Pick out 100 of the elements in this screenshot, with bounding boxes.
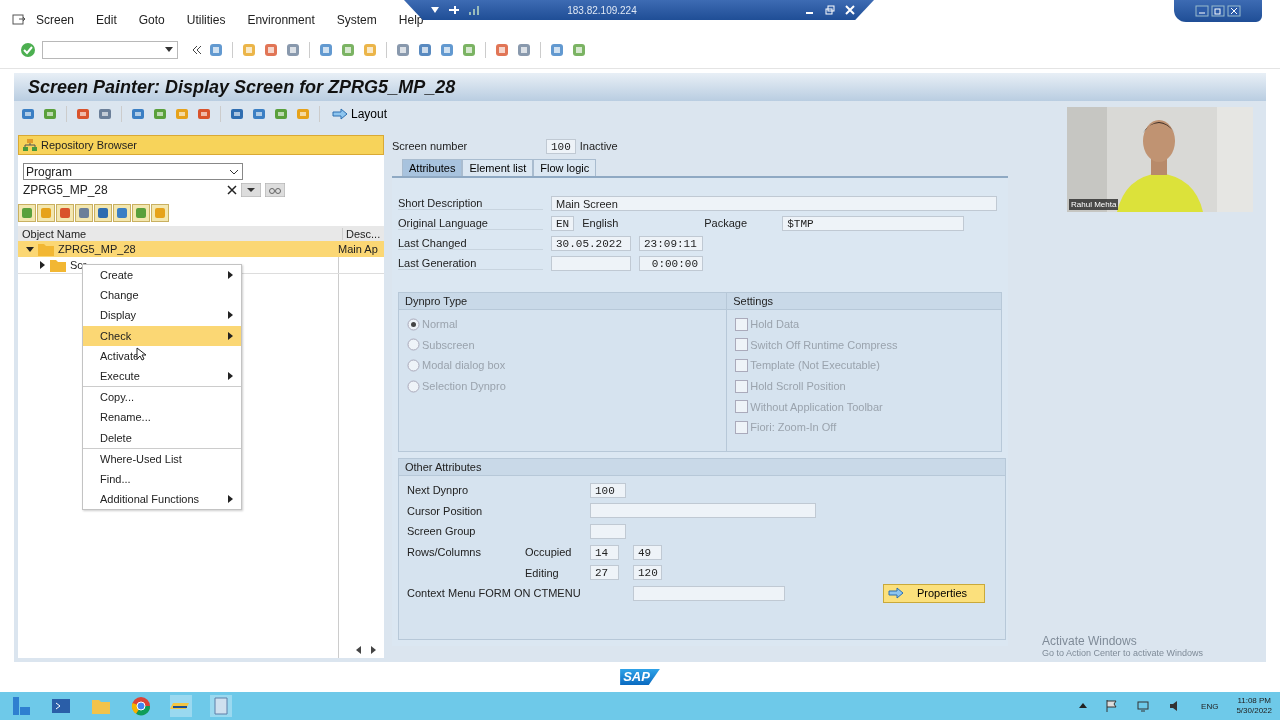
submenu-arrow-icon (228, 495, 233, 504)
field-label: Last Changed (398, 236, 543, 250)
enter-icon[interactable] (20, 42, 36, 58)
field-label: Context Menu FORM ON CTMENU (407, 587, 582, 600)
layout-button[interactable]: Layout (328, 107, 392, 121)
scroll-right-icon[interactable] (370, 646, 376, 654)
arrow-icon (888, 587, 904, 600)
dropdown-icon[interactable] (241, 183, 261, 197)
submenu-arrow-icon (228, 372, 233, 381)
input-field[interactable]: $TMP (782, 215, 965, 231)
input-field[interactable]: 27 (590, 565, 619, 581)
input-field[interactable]: 30.05.2022 (551, 235, 631, 251)
menu-item[interactable]: Display (83, 305, 241, 326)
input-field[interactable] (590, 503, 816, 519)
column-header[interactable]: Object Name (18, 227, 343, 240)
minimize-icon[interactable] (1195, 5, 1209, 17)
field-label: Occupied (525, 546, 573, 559)
menu-item[interactable]: Find... (83, 468, 241, 490)
input-field[interactable] (551, 255, 631, 271)
option-label: Switch Off Runtime Compress (750, 338, 898, 351)
menu-item[interactable]: Screen (36, 13, 75, 27)
activation-notice-text: Go to Action Center to activate Windows (1042, 648, 1204, 658)
object-type-dropdown[interactable]: Program (23, 163, 243, 180)
input-field[interactable]: 120 (633, 565, 662, 581)
dropdown-icon[interactable] (165, 47, 173, 53)
menu-item[interactable]: Check (83, 325, 241, 346)
option-label: Fiori: Zoom-In Off (750, 421, 837, 434)
menu-item[interactable]: Copy... (83, 387, 241, 408)
command-field[interactable] (42, 41, 178, 59)
tree-row[interactable]: ZPRG5_MP_28 Main Ap (18, 241, 384, 257)
menu-item[interactable]: Rename... (83, 407, 241, 428)
menu-item[interactable]: Delete (83, 427, 241, 448)
browser-icon[interactable] (130, 695, 152, 717)
tree-item-description: Main Ap (337, 243, 378, 255)
group-title: Dynpro Type (399, 293, 727, 310)
sap-gui-icon[interactable] (170, 695, 192, 717)
input-field[interactable]: EN (551, 215, 575, 231)
mouse-cursor-icon (136, 347, 146, 361)
clock[interactable]: 11:08 PM 5/30/2022 (1236, 696, 1272, 716)
screen-number-field[interactable]: 100 (546, 138, 576, 154)
option-label: Hold Scroll Position (750, 380, 846, 393)
language-indicator[interactable]: ENG (1201, 701, 1219, 711)
restore-icon[interactable] (1211, 5, 1225, 17)
tab[interactable]: Attributes (402, 159, 463, 176)
menu-item[interactable]: System (336, 13, 377, 27)
input-field[interactable] (590, 524, 626, 539)
expand-arrow-icon[interactable] (26, 245, 34, 253)
scroll-left-icon[interactable] (356, 646, 362, 654)
option-label: Selection Dynpro (422, 380, 506, 393)
pin-icon[interactable] (448, 5, 460, 15)
network-icon[interactable] (1137, 699, 1152, 713)
participant-name: Rahul Mehta (1069, 199, 1119, 210)
tree-item-name: ZPRG5_MP_28 (58, 243, 137, 255)
input-field[interactable]: 14 (590, 544, 619, 560)
input-field[interactable]: 49 (633, 544, 662, 560)
tab[interactable]: Flow logic (533, 159, 597, 176)
restore-icon[interactable] (824, 5, 836, 15)
input-field[interactable]: Main Screen (551, 195, 997, 211)
menu-item[interactable]: Goto (138, 13, 165, 27)
input-field[interactable]: 0:00:00 (639, 255, 703, 271)
menu-item[interactable]: Activate (83, 345, 241, 366)
input-field[interactable]: 100 (590, 482, 626, 498)
input-field[interactable]: 23:09:11 (639, 235, 703, 251)
dropdown-icon[interactable] (430, 6, 440, 14)
clear-icon[interactable] (227, 185, 237, 195)
menu-item[interactable]: Help (398, 13, 424, 27)
menu-item[interactable]: Edit (96, 13, 117, 27)
menu-item[interactable]: Execute (83, 365, 241, 387)
field-label: Editing (525, 566, 560, 579)
document-icon[interactable] (210, 695, 232, 717)
submenu-arrow-icon (228, 271, 233, 280)
field-label: Cursor Position (407, 504, 484, 517)
option-label: Hold Data (750, 318, 800, 331)
menu-item[interactable]: Additional Functions (83, 489, 241, 510)
menu-item[interactable]: Utilities (186, 13, 226, 27)
close-icon[interactable] (1227, 5, 1241, 17)
field-label: Screen Group (407, 525, 477, 538)
arrow-icon (332, 108, 348, 120)
field-label: Last Generation (398, 256, 543, 270)
menu-item[interactable]: Environment (247, 13, 315, 27)
column-header[interactable]: Desc... (343, 227, 381, 240)
flag-icon[interactable] (1105, 699, 1120, 713)
object-name-field[interactable]: ZPRG5_MP_28 (23, 182, 223, 198)
menu-item[interactable]: Where-Used List (83, 448, 241, 469)
submenu-arrow-icon (228, 331, 233, 340)
server-manager-icon[interactable] (10, 695, 32, 717)
tray-arrow-icon[interactable] (1079, 702, 1088, 710)
group-title: Settings (727, 293, 1001, 310)
field-label: Rows/Columns (407, 546, 482, 559)
properties-button[interactable]: Properties (883, 583, 985, 603)
field-label: Next Dynpro (407, 484, 470, 497)
tab[interactable]: Element list (462, 159, 534, 176)
option-label: Normal (422, 318, 458, 331)
option-label: Template (Not Executable) (750, 359, 880, 372)
menu-item[interactable]: Change (83, 285, 241, 306)
language-name: English (582, 217, 620, 229)
field-label: Original Language (398, 216, 543, 230)
menu-icon[interactable] (12, 14, 26, 26)
expand-arrow-icon[interactable] (38, 261, 46, 269)
input-field[interactable] (633, 585, 785, 601)
